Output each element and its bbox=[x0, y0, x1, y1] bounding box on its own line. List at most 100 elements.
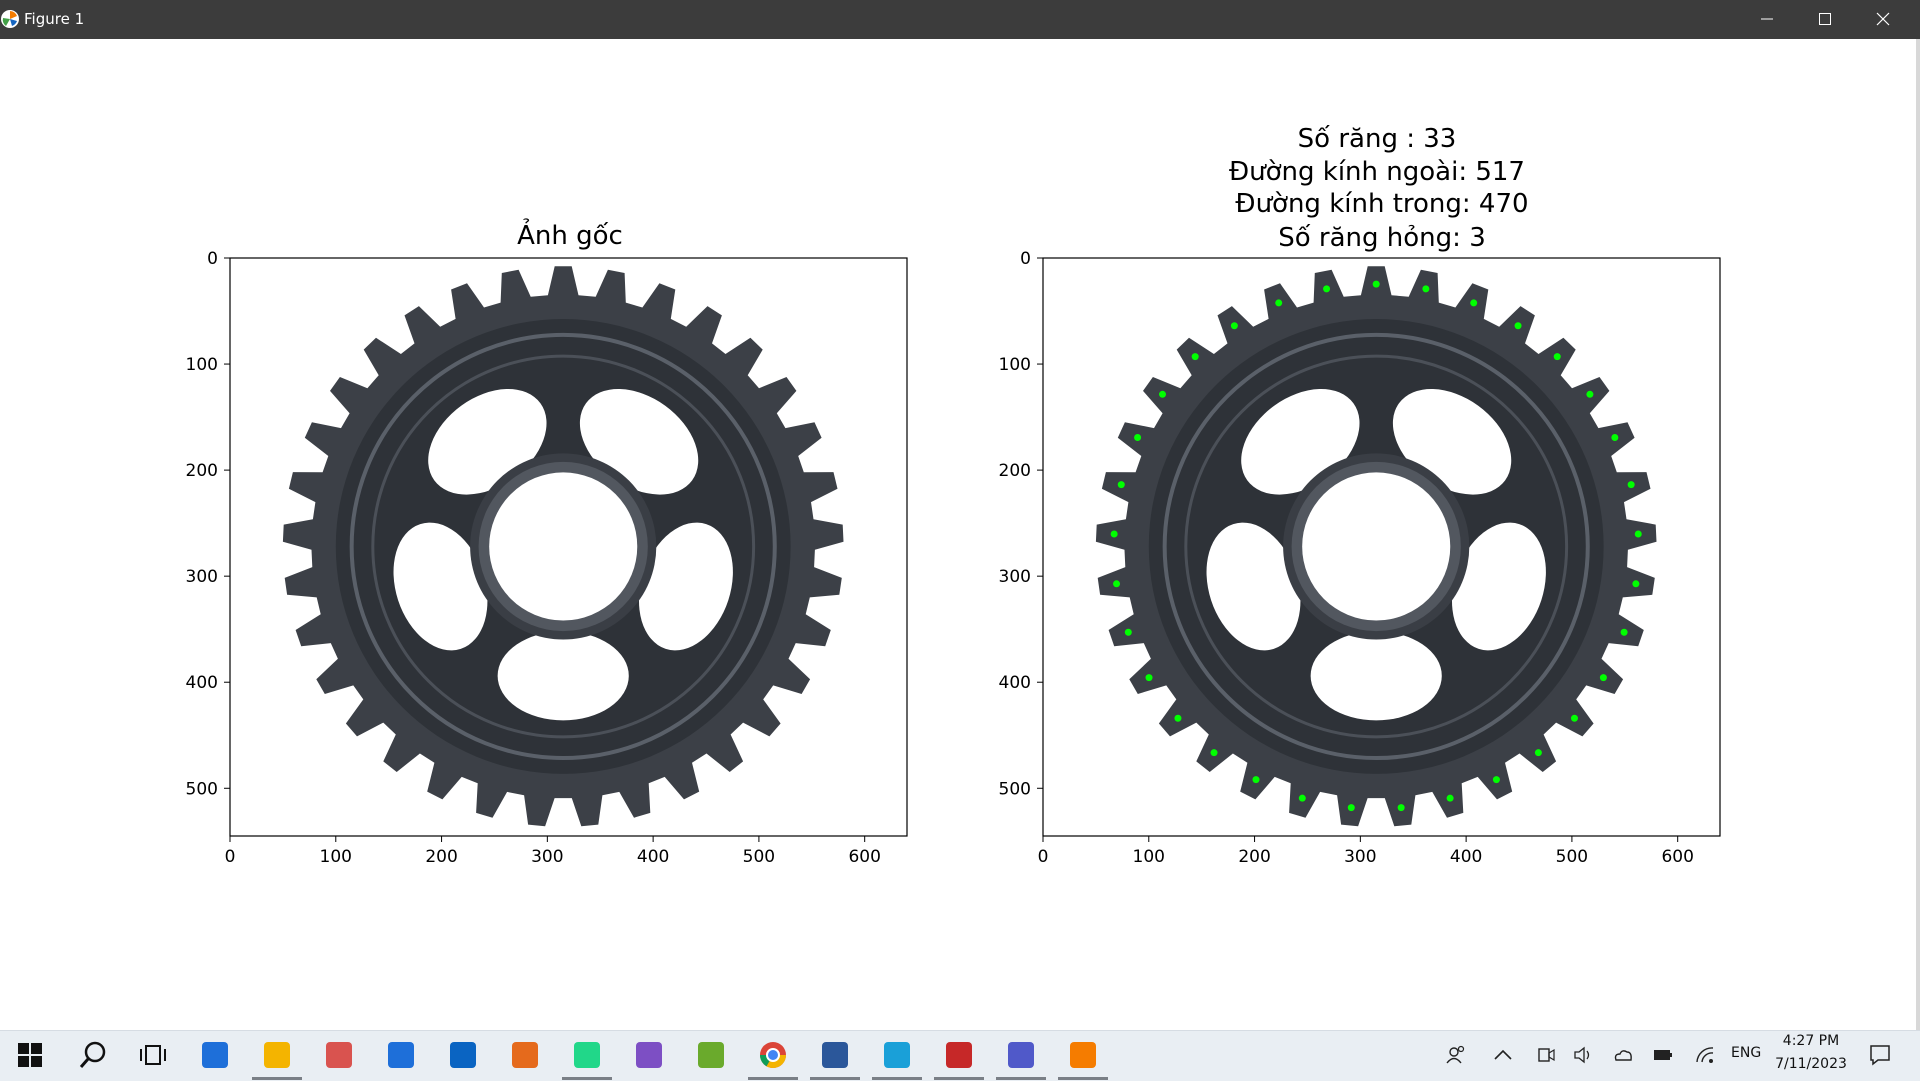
right-axes-lightening-hole bbox=[1310, 631, 1442, 721]
matplotlib-icon bbox=[1, 10, 19, 28]
taskbar-coccoc-button[interactable] bbox=[682, 1030, 740, 1080]
right-axes-xtick-label: 300 bbox=[1344, 847, 1376, 867]
right-axes-ytick-label: 200 bbox=[999, 461, 1031, 481]
maximize-button[interactable] bbox=[1796, 0, 1854, 39]
taskbar-snipping-tool-button[interactable] bbox=[310, 1030, 368, 1080]
chrome-icon bbox=[759, 1042, 787, 1069]
wifi-icon[interactable] bbox=[1694, 1044, 1716, 1066]
right-axes-title-line-3: Đường kính trong: 470 bbox=[1235, 189, 1529, 219]
file-explorer-icon bbox=[264, 1042, 290, 1068]
notification-icon[interactable] bbox=[1868, 1043, 1892, 1067]
left-axes-title: Ảnh gốc bbox=[517, 221, 623, 251]
right-axes-ytick-label: 300 bbox=[999, 567, 1031, 587]
visual-studio-icon bbox=[636, 1042, 662, 1068]
taskbar-windows-start-button[interactable] bbox=[2, 1030, 60, 1080]
close-icon bbox=[1876, 12, 1890, 26]
left-axes-image bbox=[282, 266, 844, 827]
meet-now-icon[interactable] bbox=[1535, 1044, 1557, 1066]
clock-time[interactable]: 4:27 PM bbox=[1776, 1033, 1846, 1049]
volume-icon[interactable] bbox=[1572, 1044, 1594, 1066]
windows-start-icon bbox=[18, 1043, 42, 1067]
window-title: Figure 1 bbox=[24, 10, 85, 28]
chevron-up-icon[interactable] bbox=[1492, 1044, 1514, 1066]
taskbar-search-button[interactable] bbox=[64, 1030, 122, 1080]
taskbar-task-view-button[interactable] bbox=[124, 1030, 182, 1080]
taskbar-pycharm-button[interactable] bbox=[558, 1030, 616, 1080]
right-axes-xtick-label: 500 bbox=[1556, 847, 1588, 867]
right-axes-tooth-marker bbox=[1620, 628, 1628, 636]
pycharm-icon bbox=[574, 1042, 600, 1068]
right-axes-ytick-label: 0 bbox=[1020, 250, 1031, 269]
left-axes-xtick-label: 600 bbox=[848, 847, 880, 867]
taskbar-mail-button[interactable] bbox=[372, 1030, 430, 1080]
taskbar-chrome-button[interactable] bbox=[744, 1030, 802, 1080]
right-axes-tooth-marker bbox=[1124, 628, 1132, 636]
right-axes-tooth-marker bbox=[1252, 776, 1260, 784]
mail-icon bbox=[388, 1042, 414, 1068]
right-axes-tooth-marker bbox=[1632, 580, 1640, 588]
right-axes-tooth-marker bbox=[1553, 353, 1561, 361]
right-axes-tooth-marker bbox=[1145, 674, 1153, 682]
taskbar-visual-studio-button[interactable] bbox=[620, 1030, 678, 1080]
taskbar-word-button[interactable] bbox=[806, 1030, 864, 1080]
right-axes-ytick-label: 400 bbox=[999, 673, 1031, 693]
battery-icon[interactable] bbox=[1652, 1044, 1674, 1066]
minimize-icon bbox=[1761, 18, 1773, 20]
matplotlib-icon bbox=[1070, 1042, 1096, 1068]
taskbar-teams-button[interactable] bbox=[992, 1030, 1050, 1080]
outlook-icon bbox=[450, 1042, 476, 1068]
right-axes-ytick-label: 100 bbox=[999, 355, 1031, 375]
right-axes-xtick-label: 100 bbox=[1133, 847, 1165, 867]
right-axes-tooth-marker bbox=[1159, 390, 1167, 398]
right-axes-xtick-label: 0 bbox=[1038, 847, 1049, 867]
left-axes-ytick-label: 500 bbox=[186, 779, 218, 799]
right-axes-tooth-marker bbox=[1372, 280, 1380, 288]
edge-icon bbox=[884, 1042, 910, 1068]
right-axes-tooth-marker bbox=[1470, 299, 1478, 307]
left-axes-xtick-label: 400 bbox=[637, 847, 669, 867]
search-icon bbox=[79, 1041, 106, 1068]
onedrive-icon[interactable] bbox=[1612, 1044, 1634, 1066]
teams-icon bbox=[1008, 1042, 1034, 1068]
right-axes-tooth-marker bbox=[1634, 530, 1642, 538]
window-titlebar: Figure 1 bbox=[0, 0, 1920, 39]
right-axes-tooth-marker bbox=[1599, 674, 1607, 682]
taskbar-matplotlib-button[interactable] bbox=[1054, 1030, 1112, 1080]
word-icon bbox=[822, 1042, 848, 1068]
right-axes-tooth-marker bbox=[1586, 390, 1594, 398]
taskbar-file-explorer-button[interactable] bbox=[248, 1030, 306, 1080]
right-axes-xtick-label: 200 bbox=[1238, 847, 1270, 867]
right-axes-title-line-1: Số răng : 33 bbox=[1297, 124, 1457, 154]
language-indicator[interactable]: ENG bbox=[1731, 1045, 1761, 1061]
taskbar-microsoft-store-button[interactable] bbox=[186, 1030, 244, 1080]
left-axes-ytick-label: 100 bbox=[186, 355, 218, 375]
left-axes-xtick-label: 0 bbox=[225, 847, 236, 867]
task-view-icon bbox=[140, 1045, 166, 1065]
left-axes-xtick-label: 200 bbox=[425, 847, 457, 867]
right-axes-image bbox=[1095, 266, 1657, 827]
minimize-button[interactable] bbox=[1738, 0, 1796, 39]
taskbar-outlook-button[interactable] bbox=[434, 1030, 492, 1080]
right-axes-tooth-marker bbox=[1422, 285, 1430, 293]
maximize-icon bbox=[1819, 13, 1831, 25]
people-icon[interactable] bbox=[1445, 1044, 1467, 1066]
right-axes-tooth-marker bbox=[1570, 714, 1578, 722]
microsoft-store-icon bbox=[202, 1042, 228, 1068]
right-axes-title-line-2: Đường kính ngoài: 517 bbox=[1229, 157, 1525, 187]
right-axes-tooth-marker bbox=[1191, 353, 1199, 361]
close-button[interactable] bbox=[1854, 0, 1912, 39]
clock-date[interactable]: 7/11/2023 bbox=[1768, 1056, 1854, 1072]
solidworks-icon bbox=[946, 1042, 972, 1068]
taskbar-edge-button[interactable] bbox=[868, 1030, 926, 1080]
right-axes-bore bbox=[1302, 472, 1451, 621]
left-axes-xtick-label: 500 bbox=[743, 847, 775, 867]
taskbar-matlab-button[interactable] bbox=[496, 1030, 554, 1080]
right-axes-xtick-label: 600 bbox=[1661, 847, 1693, 867]
right-axes-tooth-marker bbox=[1397, 804, 1405, 812]
right-axes-tooth-marker bbox=[1514, 322, 1522, 330]
right-axes-tooth-marker bbox=[1113, 580, 1121, 588]
right-axes-tooth-marker bbox=[1611, 433, 1619, 441]
taskbar-solidworks-button[interactable] bbox=[930, 1030, 988, 1080]
right-axes-tooth-marker bbox=[1446, 794, 1454, 802]
right-axes-tooth-marker bbox=[1210, 749, 1218, 757]
